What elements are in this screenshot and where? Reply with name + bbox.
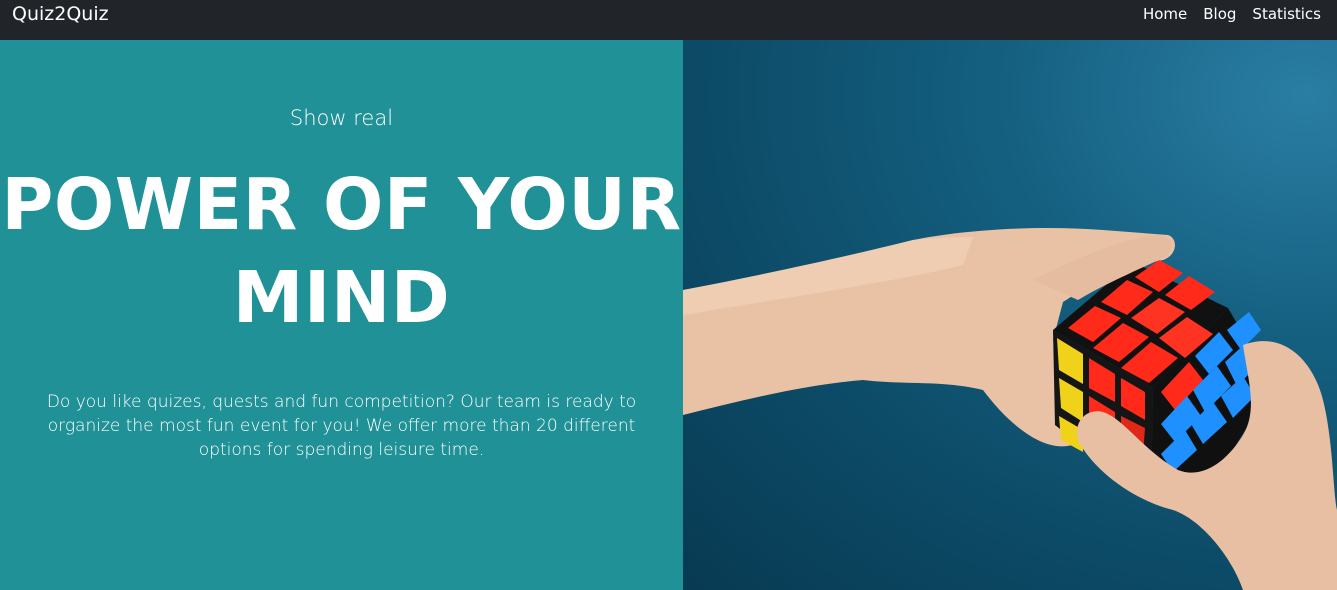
brand-logo-link[interactable]: Quiz2Quiz	[12, 3, 109, 25]
nav-link-statistics[interactable]: Statistics	[1244, 5, 1329, 23]
rubiks-cube-illustration	[683, 228, 1337, 590]
hero-image-rubiks-cube	[683, 40, 1337, 590]
nav-link-blog[interactable]: Blog	[1195, 5, 1244, 23]
nav-links: Home Blog Statistics	[1135, 5, 1329, 23]
hero-text-panel: Show real POWER OF YOUR MIND Do you like…	[0, 40, 683, 590]
hero-subtitle: Show real	[289, 106, 394, 130]
hero-headline-line-2: MIND	[232, 256, 451, 339]
top-navbar: Quiz2Quiz Home Blog Statistics	[0, 0, 1337, 40]
hero-description: Do you like quizes, quests and fun compe…	[46, 392, 637, 460]
hero-headline: POWER OF YOUR MIND	[0, 158, 683, 344]
hero-headline-line-1: POWER OF YOUR	[1, 163, 682, 246]
nav-link-home[interactable]: Home	[1135, 5, 1195, 23]
